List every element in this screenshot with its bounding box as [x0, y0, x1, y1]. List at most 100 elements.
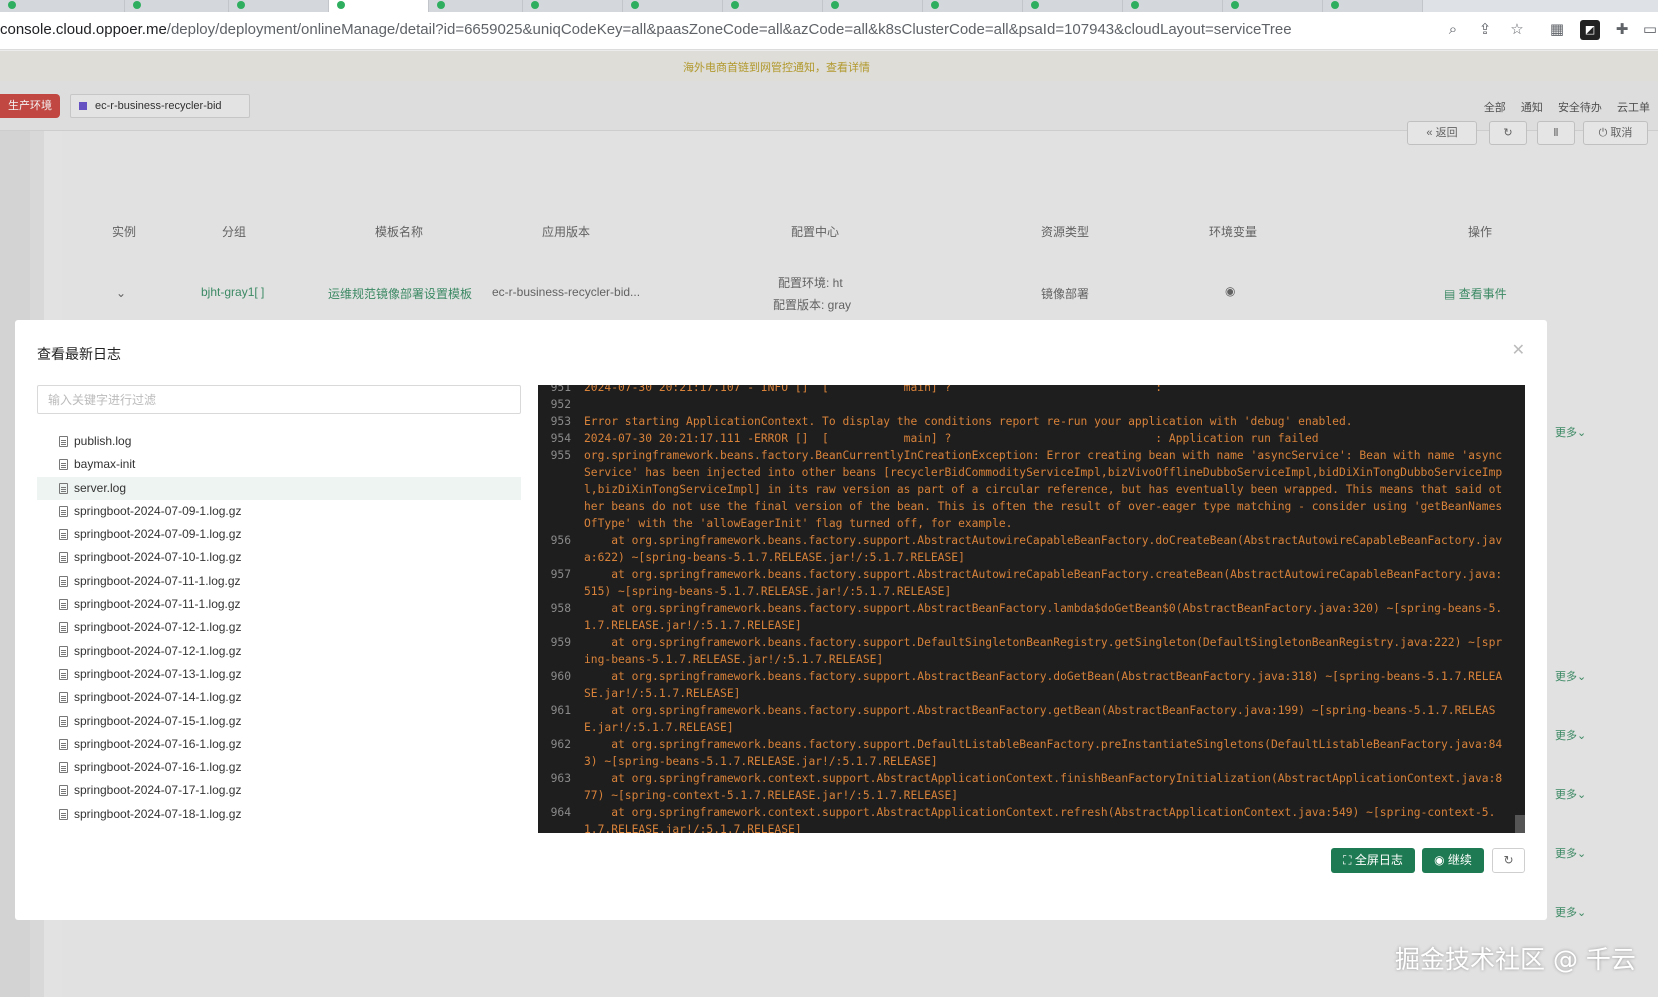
browser-tab[interactable] — [923, 0, 1023, 12]
file-item[interactable]: baymax-init — [37, 453, 521, 476]
browser-tab[interactable] — [623, 0, 723, 12]
zoom-icon[interactable]: ⌕ — [1443, 20, 1463, 40]
browser-tab[interactable] — [723, 0, 823, 12]
file-name: springboot-2024-07-18-1.log.gz — [74, 806, 242, 821]
file-icon — [59, 482, 68, 494]
log-line-text: at org.springframework.beans.factory.sup… — [584, 670, 1503, 700]
row-version: ec-r-business-recycler-bid... — [492, 285, 641, 299]
file-item[interactable]: springboot-2024-07-11-1.log.gz — [37, 593, 521, 616]
log-line-number: 964 — [550, 806, 571, 819]
extension-icon[interactable]: ✚ — [1612, 20, 1632, 40]
browser-tab-active[interactable] — [329, 0, 429, 12]
share-icon[interactable]: ⇪ — [1475, 20, 1495, 40]
file-item[interactable]: springboot-2024-07-13-1.log.gz — [37, 663, 521, 686]
qr-icon[interactable]: ▦ — [1547, 20, 1567, 40]
star-icon[interactable]: ☆ — [1507, 20, 1527, 40]
back-button[interactable]: « 返回 — [1407, 121, 1477, 145]
tab-favicon — [1231, 1, 1239, 9]
browser-tab[interactable] — [1323, 0, 1423, 12]
notice-banner[interactable]: 海外电商首链到网管控通知，查看详情 — [0, 51, 1658, 81]
app-selector[interactable]: ec-r-business-recycler-bid — [70, 94, 250, 118]
log-line-text: at org.springframework.beans.factory.sup… — [584, 636, 1503, 666]
play-icon: ◉ — [1434, 853, 1445, 867]
row-template[interactable]: 运维规范镜像部署设置模板 — [328, 285, 472, 302]
browser-tab[interactable] — [523, 0, 623, 12]
address-bar[interactable]: console.cloud.oppoer.me/deploy/deploymen… — [0, 12, 1658, 50]
more-link[interactable]: 更多⌄ — [1555, 786, 1586, 802]
file-name: springboot-2024-07-11-1.log.gz — [74, 597, 241, 612]
file-icon — [59, 459, 68, 471]
tab-favicon — [531, 1, 539, 9]
tab-favicon — [133, 1, 141, 9]
browser-tab[interactable] — [229, 0, 329, 12]
view-events-link[interactable]: ▤ 查看事件 — [1444, 285, 1507, 302]
refresh-log-button[interactable]: ↻ — [1492, 848, 1525, 873]
browser-tab[interactable] — [429, 0, 523, 12]
browser-tab[interactable] — [1123, 0, 1223, 12]
file-item[interactable]: springboot-2024-07-11-1.log.gz — [37, 570, 521, 593]
log-line: 963 at org.springframework.context.suppo… — [538, 770, 1525, 804]
extension-dark-icon[interactable]: ◩ — [1580, 20, 1600, 40]
env-tag[interactable]: 生产环境 — [0, 94, 60, 118]
continue-label: 继续 — [1447, 853, 1472, 867]
more-link[interactable]: 更多⌄ — [1555, 727, 1586, 743]
col-env: 环境变量 — [1209, 225, 1258, 239]
file-name: springboot-2024-07-11-1.log.gz — [74, 573, 241, 588]
file-item[interactable]: springboot-2024-07-09-1.log.gz — [37, 500, 521, 523]
browser-tab[interactable] — [1023, 0, 1123, 12]
file-item[interactable]: springboot-2024-07-17-1.log.gz — [37, 779, 521, 802]
header-link-ticket[interactable]: 云工单 — [1617, 102, 1650, 114]
more-link[interactable]: 更多⌄ — [1555, 845, 1586, 861]
file-name: springboot-2024-07-09-1.log.gz — [74, 503, 242, 518]
refresh-button[interactable]: ↻ — [1489, 121, 1527, 145]
url-text[interactable]: console.cloud.oppoer.me/deploy/deploymen… — [0, 21, 1292, 38]
cancel-button[interactable]: ⏻ 取消 — [1583, 121, 1648, 145]
browser-tab[interactable] — [1223, 0, 1323, 12]
log-line: 957 at org.springframework.beans.factory… — [538, 566, 1525, 600]
tab-favicon — [1031, 1, 1039, 9]
more-link[interactable]: 更多⌄ — [1555, 904, 1586, 920]
continue-button[interactable]: ◉ 继续 — [1422, 848, 1484, 873]
file-icon — [59, 505, 68, 517]
app-icon — [79, 102, 87, 110]
file-item[interactable]: springboot-2024-07-16-1.log.gz — [37, 756, 521, 779]
more-label: 更多 — [1555, 848, 1577, 860]
log-scrollbar[interactable] — [1515, 815, 1525, 833]
file-item[interactable]: springboot-2024-07-12-1.log.gz — [37, 640, 521, 663]
file-item[interactable]: springboot-2024-07-09-1.log.gz — [37, 523, 521, 546]
browser-tab[interactable] — [823, 0, 923, 12]
log-line-number: 962 — [550, 738, 571, 751]
fullscreen-log-button[interactable]: ⛶ 全屏日志 — [1331, 848, 1415, 873]
log-viewer[interactable]: 951 2024-07-30 20:21:17.107 - INFO [] [ m… — [538, 385, 1525, 833]
file-name: springboot-2024-07-14-1.log.gz — [74, 690, 242, 705]
more-link[interactable]: 更多⌄ — [1555, 424, 1586, 440]
file-item[interactable]: springboot-2024-07-15-1.log.gz — [37, 710, 521, 733]
file-item[interactable]: publish.log — [37, 430, 521, 453]
browser-tab[interactable] — [0, 0, 125, 12]
more-link[interactable]: 更多⌄ — [1555, 668, 1586, 684]
header-link-all[interactable]: 全部 — [1484, 102, 1506, 114]
header-link-security[interactable]: 安全待办 — [1558, 102, 1602, 114]
pause-button[interactable]: Ⅱ — [1537, 121, 1575, 145]
log-line-number: 954 — [550, 432, 571, 445]
file-item[interactable]: server.log — [37, 476, 521, 500]
file-item[interactable]: springboot-2024-07-14-1.log.gz — [37, 686, 521, 709]
tab-favicon — [931, 1, 939, 9]
header-link-notify[interactable]: 通知 — [1521, 102, 1543, 114]
eye-icon[interactable]: ◉ — [1225, 284, 1235, 298]
file-filter-input[interactable] — [37, 385, 521, 414]
file-item[interactable]: springboot-2024-07-12-1.log.gz — [37, 616, 521, 639]
sidepanel-icon[interactable]: ▭ — [1640, 20, 1658, 40]
file-item[interactable]: springboot-2024-07-18-1.log.gz — [37, 803, 521, 826]
browser-tab-strip — [0, 0, 1658, 12]
file-item[interactable]: springboot-2024-07-10-1.log.gz — [37, 546, 521, 569]
file-name: publish.log — [74, 434, 132, 448]
close-icon[interactable]: ✕ — [1512, 340, 1525, 360]
file-item[interactable]: springboot-2024-07-16-1.log.gz — [37, 733, 521, 756]
log-line-text: at org.springframework.context.support.A… — [584, 806, 1496, 833]
browser-tab[interactable] — [125, 0, 229, 12]
expand-chevron-icon[interactable]: ⌄ — [116, 286, 126, 300]
file-icon — [59, 436, 68, 447]
log-line: 961 at org.springframework.beans.factory… — [538, 702, 1525, 736]
log-line-text: at org.springframework.context.support.A… — [584, 772, 1503, 802]
